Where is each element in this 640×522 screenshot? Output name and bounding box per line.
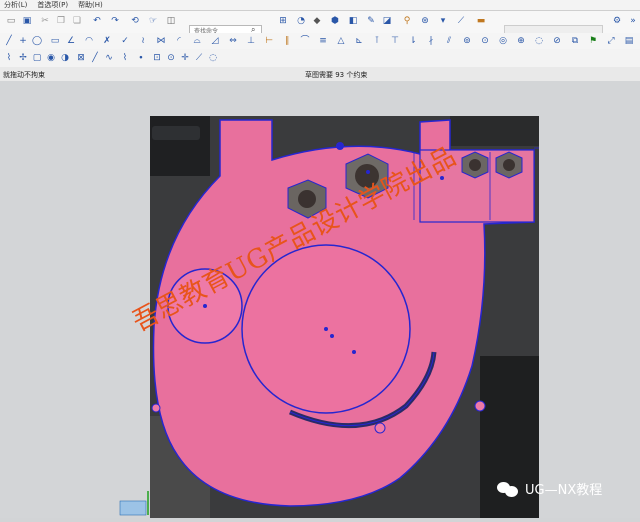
constraint-icon[interactable]: ⊥ [246, 36, 256, 46]
selection-icon[interactable]: ⊛ [420, 16, 430, 26]
dimension-icon[interactable]: ⇔ [228, 36, 238, 46]
cut-icon[interactable]: ✂ [40, 16, 50, 26]
selection-toolbar: ⌇ ✢ ▢ ◉ ◑ ⊠ ╱ ∿ ⌇ ∙ ⊡ ⊙ ✛ ⟋ ◌ [0, 49, 640, 68]
chevron-icon[interactable]: » [628, 16, 638, 26]
edit-section-icon[interactable]: ✎ [366, 16, 376, 26]
vertical-icon[interactable]: ⊺ [372, 36, 382, 46]
collinear-icon[interactable]: ⫽ [444, 36, 454, 46]
ruler-icon[interactable]: ▬ [476, 16, 486, 26]
sketch-line-icon[interactable]: ╱ [90, 53, 100, 63]
menu-bar: 分析(L) 首选项(P) 帮助(H) [0, 0, 640, 11]
relations-icon[interactable]: ⧉ [570, 36, 580, 46]
snap-end-icon[interactable]: ⊡ [152, 53, 162, 63]
menu-item-preferences[interactable]: 首选项(P) [37, 0, 68, 10]
shade-icon[interactable]: ◑ [60, 53, 70, 63]
redo-icon[interactable]: ↷ [110, 16, 120, 26]
fit-view-icon[interactable]: ⊞ [278, 16, 288, 26]
menu-item-analysis[interactable]: 分析(L) [4, 0, 27, 10]
part-sketch [150, 116, 539, 518]
trim-icon[interactable]: ✗ [102, 36, 112, 46]
measure-icon[interactable]: ⟋ [456, 16, 466, 26]
select-all-icon[interactable]: ⊠ [76, 53, 86, 63]
alternate-solution-icon[interactable]: ◌ [534, 36, 544, 46]
line-icon[interactable]: ╱ [4, 36, 14, 46]
plus-icon[interactable]: + [18, 36, 28, 46]
sketch-toolbar: ╱ + ◯ ▭ ∠ ◠ ✗ ✓ ≀ ⋈ ◜ ⌓ ◿ ⇔ ⊥ ⊢ ∥ ⌒ ≡ △ … [0, 33, 640, 50]
equal-icon[interactable]: ≡ [318, 36, 328, 46]
angle-icon[interactable]: ∠ [66, 36, 76, 46]
spline-icon[interactable]: ⌇ [120, 53, 130, 63]
auto-dimension-icon[interactable]: ⊢ [264, 36, 274, 46]
tangent-icon[interactable]: ⌒ [300, 36, 310, 46]
paste-icon[interactable]: ❏ [72, 16, 82, 26]
status-prompt: 就拖动不拘束 [3, 71, 45, 79]
triangle-icon[interactable]: △ [336, 36, 346, 46]
save-icon[interactable]: ▣ [22, 16, 32, 26]
touch-mode-icon[interactable]: ☞ [148, 16, 158, 26]
offset-icon[interactable]: ≀ [138, 36, 148, 46]
move-icon[interactable]: ✢ [18, 53, 28, 63]
point-icon[interactable]: ∙ [136, 53, 146, 63]
snap-plus-icon[interactable]: ✛ [180, 53, 190, 63]
settings-icon[interactable]: ⚙ [612, 16, 622, 26]
circle-icon[interactable]: ◯ [32, 36, 42, 46]
snap-mid-icon[interactable]: ⊙ [166, 53, 176, 63]
wechat-branding: UG—NX教程 [497, 479, 602, 498]
convert-reference-icon[interactable]: ⊕ [516, 36, 526, 46]
snap-icon[interactable]: ⚲ [402, 16, 412, 26]
view-icon[interactable]: ⬢ [330, 16, 340, 26]
hide-icon[interactable]: ▭ [6, 16, 16, 26]
perpendicular-icon[interactable]: ⊾ [354, 36, 364, 46]
orient-sketch-icon[interactable]: ⤢ [606, 36, 616, 46]
concentric-icon[interactable]: ⊚ [462, 36, 472, 46]
fix-icon[interactable]: ⇂ [408, 36, 418, 46]
view-orient-icon[interactable]: ◔ [296, 16, 306, 26]
copy-icon[interactable]: ❐ [56, 16, 66, 26]
undo-icon[interactable]: ↶ [92, 16, 102, 26]
filter-icon[interactable]: ▾ [438, 16, 448, 26]
horizontal-icon[interactable]: ⊤ [390, 36, 400, 46]
sketch-image [150, 116, 539, 518]
more-icon[interactable]: ▤ [624, 36, 634, 46]
chamfer-icon[interactable]: ⌓ [192, 36, 202, 46]
point-on-curve-icon[interactable]: ⊙ [480, 36, 490, 46]
status-bar: 就拖动不拘束 草图需要 93 个约束 [0, 67, 640, 82]
arc-icon[interactable]: ◠ [84, 36, 94, 46]
render-style-icon[interactable]: ◆ [312, 16, 322, 26]
midpoint-icon[interactable]: ∤ [426, 36, 436, 46]
parallel-icon[interactable]: ∥ [282, 36, 292, 46]
fillet-icon[interactable]: ◜ [174, 36, 184, 46]
box-icon[interactable]: ▢ [32, 53, 42, 63]
layer-icon[interactable]: ◧ [348, 16, 358, 26]
finish-sketch-icon[interactable]: ⚑ [588, 36, 598, 46]
inferred-icon[interactable]: ⊘ [552, 36, 562, 46]
wechat-label: UG—NX教程 [525, 483, 603, 498]
constraint-status: 草图需要 93 个约束 [305, 71, 368, 79]
snap-circle-icon[interactable]: ◌ [208, 53, 218, 63]
sketch-icon[interactable]: ◪ [382, 16, 392, 26]
extend-icon[interactable]: ✓ [120, 36, 130, 46]
mirror-icon[interactable]: ⋈ [156, 36, 166, 46]
snap-diag-icon[interactable]: ⟋ [194, 53, 204, 63]
rectangle-icon[interactable]: ▭ [50, 36, 60, 46]
standard-toolbar: ▭ ▣ ✂ ❐ ❏ ↶ ↷ ⟲ ☞ ◫ 查找命令 ⌕ ⊞ ◔ ◆ ⬢ ◧ ✎ ◪… [0, 11, 640, 38]
repeat-icon[interactable]: ⟲ [130, 16, 140, 26]
eye-icon[interactable]: ◉ [46, 53, 56, 63]
sketch-curve-icon[interactable]: ∿ [104, 53, 114, 63]
coordinate-triad [118, 487, 162, 518]
wechat-icon [497, 480, 519, 498]
menu-item-help[interactable]: 帮助(H) [78, 0, 103, 10]
window-icon[interactable]: ◫ [166, 16, 176, 26]
display-constraints-icon[interactable]: ◎ [498, 36, 508, 46]
corner-icon[interactable]: ◿ [210, 36, 220, 46]
curve-icon[interactable]: ⌇ [4, 53, 14, 63]
